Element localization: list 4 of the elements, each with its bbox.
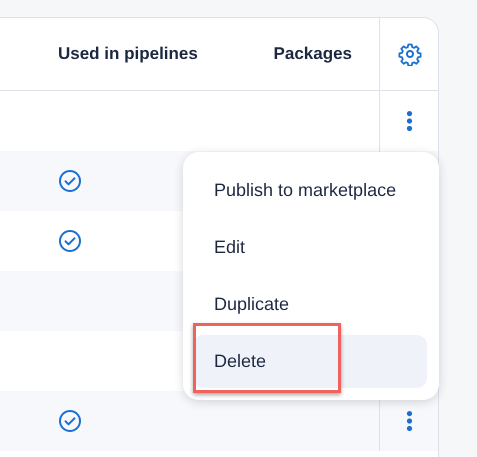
menu-item[interactable]: Edit [193,219,427,276]
menu-item[interactable]: Publish to marketplace [193,162,427,219]
column-header: Used in pipelines [58,44,198,64]
column-header: Packages [274,44,352,64]
